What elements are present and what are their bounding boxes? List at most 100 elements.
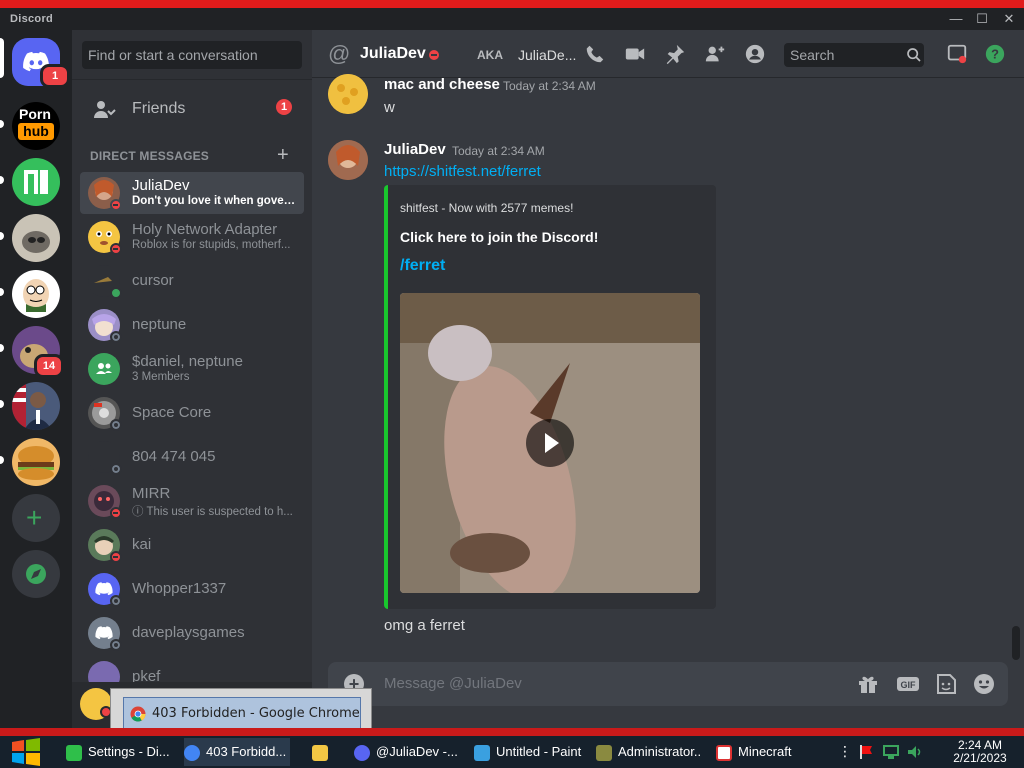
server-peter-griffin[interactable] [12, 270, 60, 318]
friends-icon [94, 101, 116, 118]
gift-icon[interactable] [856, 672, 880, 696]
flag-icon[interactable] [858, 744, 874, 760]
embed-link[interactable]: /ferret [400, 257, 445, 275]
status-offline-icon [110, 463, 122, 475]
link-embed: shitfest - Now with 2577 memes! Click he… [384, 185, 716, 609]
taskbar-label: @JuliaDev -... [376, 744, 458, 759]
terminal-icon [596, 744, 612, 761]
paint-icon [474, 744, 490, 761]
dm-item-neptune[interactable]: neptune [80, 304, 304, 346]
create-dm-button[interactable]: + [277, 144, 289, 167]
close-button[interactable]: ✕ [997, 11, 1021, 27]
peter-griffin-avatar-icon [23, 279, 49, 312]
header-search-input[interactable]: Search [784, 43, 924, 67]
taskbar-item-administrator[interactable]: Administrator... [596, 738, 702, 766]
taskbar-item-minecraft[interactable]: Minecraft [716, 738, 826, 766]
taskbar-item-chrome[interactable]: 403 Forbidd... [184, 738, 290, 766]
taskbar-item-paint[interactable]: Untitled - Paint [474, 738, 584, 766]
taskbar-item-discord[interactable]: @JuliaDev -... [354, 738, 460, 766]
chat-header: @ JuliaDev AKA JuliaDe... Search ? [312, 30, 1024, 78]
discord-icon [354, 744, 370, 761]
dm-name: neptune [132, 316, 187, 333]
status-offline-icon [110, 331, 122, 343]
dm-item-whopper1337[interactable]: Whopper1337 [80, 568, 304, 610]
taskbar-item-explorer[interactable] [312, 738, 336, 766]
message-timestamp: Today at 2:34 AM [503, 79, 596, 93]
dm-item-holy-network-adapter[interactable]: Holy Network Adapter Roblox is for stupi… [80, 216, 304, 258]
maximize-button[interactable]: ☐ [970, 11, 994, 27]
manjaro-logo-icon [24, 170, 48, 194]
dm-name: Holy Network Adapter [132, 221, 278, 238]
minecraft-icon [716, 744, 732, 761]
friends-nav-item[interactable]: Friends 1 [80, 90, 304, 130]
message-author[interactable]: JuliaDev [384, 141, 446, 158]
dm-name: Whopper1337 [132, 580, 227, 597]
at-icon: @ [328, 41, 351, 66]
dm-item-juliadev[interactable]: JuliaDev Don't you love it when govern..… [80, 172, 304, 214]
dm-item-daveplaysgames[interactable]: daveplaysgames [80, 612, 304, 654]
overflow-menu-icon[interactable]: ⋮ [838, 743, 852, 760]
svg-text:GIF: GIF [901, 680, 917, 690]
emoji-icon[interactable] [972, 672, 996, 696]
dm-item-kai[interactable]: kai [80, 524, 304, 566]
embed-video[interactable] [400, 293, 700, 593]
minimize-button[interactable]: — [944, 11, 968, 27]
app-title: Discord [10, 13, 54, 25]
dm-search-input[interactable]: Find or start a conversation [82, 41, 302, 69]
explore-servers-button[interactable] [12, 550, 60, 598]
dm-item-804-474-045[interactable]: 804 474 045 [80, 436, 304, 478]
voice-call-icon[interactable] [584, 43, 606, 65]
aka-name[interactable]: JuliaDe... [518, 47, 576, 63]
server-president[interactable] [12, 382, 60, 430]
message-link[interactable]: https://shitfest.net/ferret [384, 163, 541, 180]
avatar[interactable] [328, 140, 368, 180]
play-icon[interactable] [526, 419, 574, 467]
help-icon[interactable]: ? [984, 43, 1006, 65]
status-dnd-icon [110, 551, 122, 563]
pin-icon[interactable] [664, 43, 686, 65]
message-composer: + Message @JuliaDev GIF [328, 662, 1008, 706]
server-manjaro[interactable] [12, 158, 60, 206]
video-call-icon[interactable] [624, 43, 646, 65]
dm-activity: Don't you love it when govern... [132, 195, 297, 207]
status-dnd-icon [110, 199, 122, 211]
server-pornhub[interactable]: Porn hub [12, 102, 60, 150]
embed-title: Click here to join the Discord! [400, 229, 599, 245]
message-author[interactable]: mac and cheese [384, 76, 500, 93]
server-burger[interactable] [12, 438, 60, 486]
chrome-icon [130, 706, 146, 722]
avatar[interactable] [328, 74, 368, 114]
dm-item-group-daniel-neptune[interactable]: $daniel, neptune 3 Members [80, 348, 304, 390]
server-raccoon[interactable] [12, 214, 60, 262]
plus-icon: + [26, 502, 43, 533]
friends-badge: 1 [276, 99, 292, 115]
status-offline-icon [110, 639, 122, 651]
server-rail: 1 Porn hub 14 + [0, 30, 72, 728]
dm-item-space-core[interactable]: Space Core [80, 392, 304, 434]
network-icon[interactable] [882, 744, 900, 760]
unread-pill [0, 176, 4, 184]
status-dnd-icon [110, 507, 122, 519]
unread-pill [0, 288, 4, 296]
dm-item-cursor[interactable]: cursor [80, 260, 304, 302]
volume-icon[interactable] [906, 744, 924, 760]
gif-icon[interactable]: GIF [896, 672, 920, 696]
windows-start-icon[interactable] [10, 738, 42, 766]
status-online-icon [110, 287, 122, 299]
inbox-icon[interactable] [946, 43, 968, 65]
dm-item-mirr[interactable]: MIRR ⓘ This user is suspected to h... [80, 480, 304, 522]
system-clock[interactable]: 2:24 AM 2/21/2023 [940, 739, 1020, 765]
taskbar: Settings - Di... 403 Forbidd... @JuliaDe… [0, 736, 1024, 768]
dm-name: kai [132, 536, 152, 553]
unread-pill [0, 344, 4, 352]
selected-indicator [0, 38, 4, 78]
user-profile-icon[interactable] [744, 43, 766, 65]
preview-item[interactable]: 403 Forbidden - Google Chrome [123, 697, 361, 729]
add-server-button[interactable]: + [12, 494, 60, 542]
message-input[interactable]: Message @JuliaDev [384, 675, 522, 692]
add-friend-icon[interactable] [704, 43, 726, 65]
taskbar-item-settings[interactable]: Settings - Di... [66, 738, 176, 766]
dm-name: 804 474 045 [132, 448, 216, 465]
scrollbar-thumb[interactable] [1012, 626, 1020, 660]
sticker-icon[interactable] [934, 672, 958, 696]
